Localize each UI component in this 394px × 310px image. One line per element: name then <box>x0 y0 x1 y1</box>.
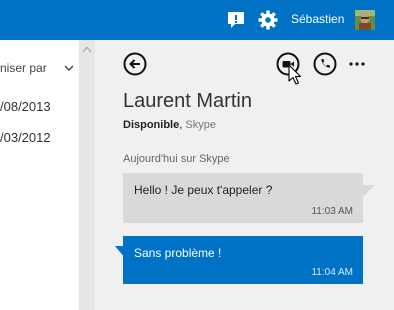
incoming-message[interactable]: Hello ! Je peux t'appeler ? 11:03 AM <box>123 173 363 223</box>
chat-pane: Laurent Martin Disponible, Skype Aujourd… <box>95 40 394 310</box>
list-item-date[interactable]: /03/2012 <box>0 130 51 145</box>
sort-dropdown[interactable]: niser par <box>0 61 47 75</box>
chevron-up-icon[interactable] <box>82 46 92 53</box>
avatar[interactable] <box>355 10 375 30</box>
top-bar: Sébastien <box>0 0 394 40</box>
back-arrow-icon[interactable] <box>123 52 147 76</box>
chevron-down-icon[interactable] <box>64 64 74 72</box>
phone-icon[interactable] <box>313 52 337 76</box>
chat-icon[interactable] <box>226 10 246 30</box>
bubble-tail <box>363 185 375 197</box>
more-icon[interactable] <box>348 56 366 72</box>
conversation-list-pane: niser par /08/2013 /03/2012 <box>0 40 79 310</box>
user-name[interactable]: Sébastien <box>291 12 344 26</box>
contact-name[interactable]: Laurent Martin <box>123 90 252 113</box>
message-time: 11:04 AM <box>311 267 353 278</box>
gear-icon[interactable] <box>257 9 279 31</box>
outgoing-message[interactable]: Sans problème ! 11:04 AM <box>123 236 363 284</box>
status-separator: , <box>179 119 183 131</box>
list-item-date[interactable]: /08/2013 <box>0 99 51 114</box>
message-time: 11:03 AM <box>311 206 353 217</box>
mouse-cursor-icon <box>288 64 302 85</box>
message-text: Hello ! Je peux t'appeler ? <box>134 183 273 197</box>
avatar-image <box>355 10 375 30</box>
scrollbar[interactable] <box>79 40 95 310</box>
service-name: Skype <box>185 119 216 131</box>
day-separator: Aujourd'hui sur Skype <box>123 153 230 165</box>
presence-status: Disponible, Skype <box>123 119 216 131</box>
message-text: Sans problème ! <box>134 246 222 260</box>
status-text: Disponible <box>123 119 180 131</box>
